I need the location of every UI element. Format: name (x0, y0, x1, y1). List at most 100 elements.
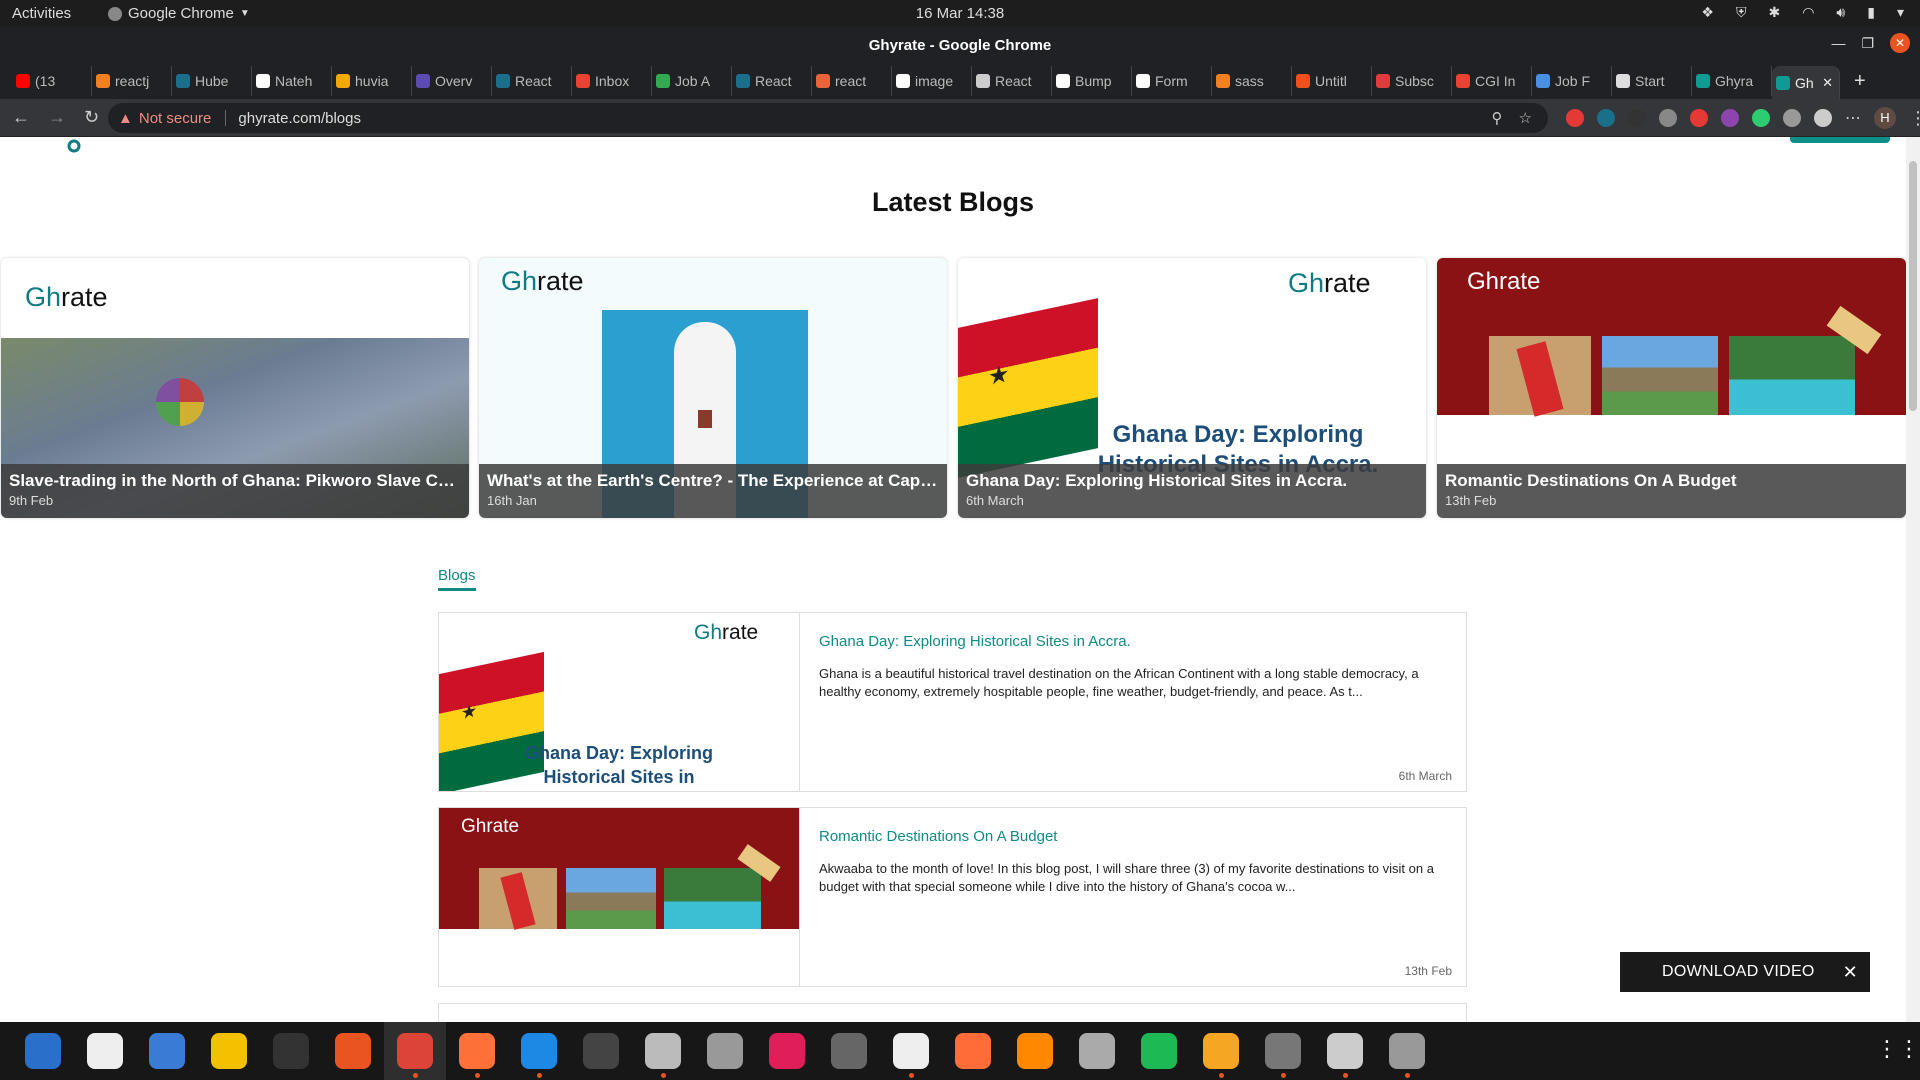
browser-tab[interactable]: Nateh (252, 66, 332, 96)
browser-tab[interactable]: CGI In (1452, 66, 1532, 96)
dock-item-react[interactable] (818, 1022, 880, 1080)
browser-tab[interactable]: Untitl (1292, 66, 1372, 96)
header-cta-button[interactable] (1790, 137, 1890, 143)
system-tray[interactable]: ❖ ⛨ ✱ ◠ 🔊︎ ▮ ▾ (1701, 4, 1904, 21)
blog-list-item[interactable]: Ghrate ★ Ghana Day: Exploring Historical… (438, 612, 1467, 792)
latest-blog-card[interactable]: Ghrate What's at the Earth's Centre? - T… (479, 258, 947, 518)
dock-item-vscode[interactable] (508, 1022, 570, 1080)
volume-icon[interactable]: 🔊︎ (1836, 4, 1845, 21)
extension-icon[interactable] (1752, 109, 1770, 127)
site-logo-partial[interactable] (64, 137, 84, 160)
browser-tab[interactable]: (13 (12, 66, 92, 96)
browser-tab[interactable]: React (972, 66, 1052, 96)
shield-icon[interactable]: ⛨ (1736, 4, 1747, 21)
browser-tab[interactable]: react (812, 66, 892, 96)
show-apps-grid-icon[interactable]: ⋮⋮⋮ (1876, 1036, 1920, 1062)
dock-item-calculator[interactable] (1190, 1022, 1252, 1080)
dock-item-monitor[interactable] (570, 1022, 632, 1080)
profile-avatar[interactable]: H (1874, 107, 1896, 129)
scrollbar-thumb[interactable] (1909, 161, 1917, 411)
latest-blog-card[interactable]: Ghrate Slave-trading in the North of Gha… (1, 258, 469, 518)
dock-item-spotify[interactable] (1128, 1022, 1190, 1080)
dock-item-downloader[interactable] (880, 1022, 942, 1080)
dock-item-slack[interactable] (756, 1022, 818, 1080)
dock-item-terminal[interactable] (260, 1022, 322, 1080)
dock-item-postman[interactable] (694, 1022, 756, 1080)
tab-favicon-icon (576, 74, 590, 88)
dock-item-disk[interactable] (1376, 1022, 1438, 1080)
close-tab-icon[interactable]: ✕ (1822, 75, 1833, 91)
browser-tab[interactable]: Subsc (1372, 66, 1452, 96)
dock-item-writer[interactable] (12, 1022, 74, 1080)
browser-tab[interactable]: Form (1132, 66, 1212, 96)
browser-tab[interactable]: Job A (652, 66, 732, 96)
bookmark-star-icon[interactable]: ☆ (1519, 109, 1532, 127)
dropbox-icon[interactable]: ❖ (1701, 4, 1714, 21)
dock-item-software[interactable] (322, 1022, 384, 1080)
battery-icon[interactable]: ▮ (1867, 4, 1875, 21)
location-pin-icon[interactable]: ⚲ (1492, 109, 1503, 127)
extensions-puzzle-icon[interactable]: ⋯ (1845, 108, 1861, 128)
close-icon[interactable]: ✕ (1843, 962, 1858, 983)
forward-icon[interactable]: → (48, 107, 66, 128)
extension-icon[interactable] (1597, 109, 1615, 127)
url-text[interactable]: ghyrate.com/blogs (238, 110, 361, 127)
dock-item-vlc[interactable] (1004, 1022, 1066, 1080)
browser-tab[interactable]: sass (1212, 66, 1292, 96)
power-menu-icon[interactable]: ▾ (1897, 4, 1904, 21)
dock-item-screenshot[interactable] (1314, 1022, 1376, 1080)
maximize-icon[interactable]: ❐ (1861, 35, 1874, 52)
browser-tab[interactable]: Ghyra (1692, 66, 1772, 96)
dock-item-kde[interactable] (74, 1022, 136, 1080)
browser-tab[interactable]: Inbox (572, 66, 652, 96)
extension-icon[interactable] (1628, 109, 1646, 127)
dock-item-firefox[interactable] (446, 1022, 508, 1080)
back-icon[interactable]: ← (12, 107, 30, 128)
dock-item-settings[interactable] (1252, 1022, 1314, 1080)
latest-blog-card[interactable]: Ghrate ★ Ghana Day: Exploring Historical… (958, 258, 1426, 518)
reload-icon[interactable]: ↻ (84, 107, 99, 128)
download-video-label[interactable]: DOWNLOAD VIDEO (1662, 963, 1815, 981)
wifi-icon[interactable]: ◠ (1802, 4, 1814, 21)
dock-item-rhythmbox[interactable] (198, 1022, 260, 1080)
browser-tab[interactable]: Hube (172, 66, 252, 96)
extension-icon[interactable] (1814, 109, 1832, 127)
browser-tab[interactable]: huvia (332, 66, 412, 96)
blog-title-link[interactable]: Romantic Destinations On A Budget (819, 828, 1057, 845)
scrollbar[interactable] (1906, 137, 1920, 1022)
dock-item-archive[interactable] (1066, 1022, 1128, 1080)
blog-list-item[interactable]: Ghrate Romantic Destinations On A Budget… (438, 807, 1467, 987)
new-tab-button[interactable]: + (1854, 70, 1866, 93)
omnibox[interactable]: ▲ Not secure ghyrate.com/blogs ⚲ ☆ (108, 103, 1548, 133)
browser-tab[interactable]: React (492, 66, 572, 96)
dock-item-chrome[interactable] (384, 1022, 446, 1080)
download-video-button[interactable]: DOWNLOAD VIDEO ✕ (1620, 952, 1870, 992)
extension-icon[interactable] (1566, 109, 1584, 127)
browser-tab[interactable]: React (732, 66, 812, 96)
blog-list-item[interactable] (438, 1003, 1467, 1022)
close-window-icon[interactable]: ✕ (1890, 33, 1910, 53)
browser-tab[interactable]: Bump (1052, 66, 1132, 96)
extension-icon[interactable] (1659, 109, 1677, 127)
dock-item-thunderbird[interactable] (136, 1022, 198, 1080)
warning-icon[interactable]: ▲ (118, 110, 133, 127)
extension-icon[interactable] (1783, 109, 1801, 127)
browser-tab[interactable]: Overv (412, 66, 492, 96)
slack-tray-icon[interactable]: ✱ (1768, 4, 1780, 21)
extension-icon[interactable] (1721, 109, 1739, 127)
tab-blogs[interactable]: Blogs (438, 567, 476, 591)
blog-title-link[interactable]: Ghana Day: Exploring Historical Sites in… (819, 633, 1131, 650)
minimize-icon[interactable]: — (1831, 35, 1845, 51)
chrome-menu-icon[interactable]: ⋮ (1909, 108, 1920, 129)
extension-icon[interactable] (1690, 109, 1708, 127)
not-secure-label[interactable]: Not secure (139, 110, 212, 127)
browser-tab[interactable]: image (892, 66, 972, 96)
latest-blog-card[interactable]: Ghrate Romantic Destinations On A Budget… (1437, 258, 1906, 518)
browser-tab[interactable]: reactj (92, 66, 172, 96)
dock-item-files[interactable] (632, 1022, 694, 1080)
browser-tab[interactable]: Start (1612, 66, 1692, 96)
clock[interactable]: 16 Mar 14:38 (0, 5, 1920, 22)
browser-tab[interactable]: Job F (1532, 66, 1612, 96)
browser-tab-active[interactable]: Gh ✕ (1772, 66, 1840, 100)
dock-item-postman-orange[interactable] (942, 1022, 1004, 1080)
